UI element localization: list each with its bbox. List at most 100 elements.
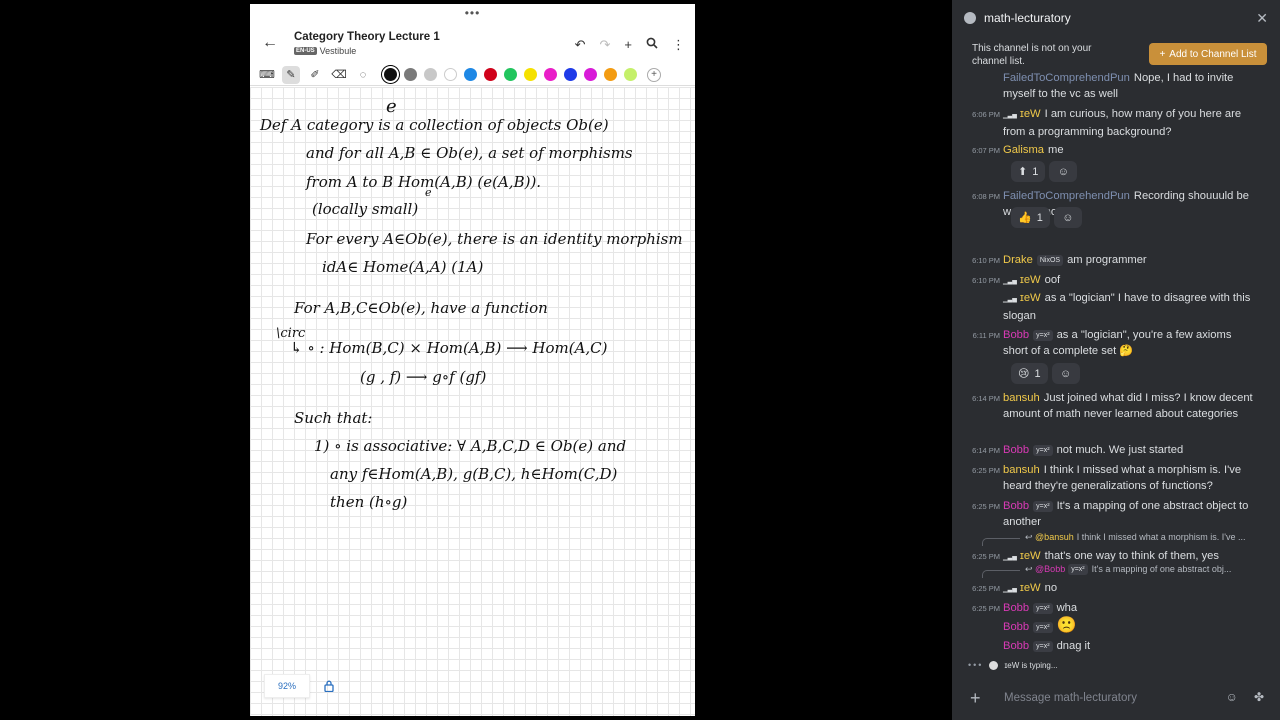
message-author[interactable]: Bobb [1003, 444, 1029, 456]
message-body: bansuh I think I missed what a morphism i… [1003, 462, 1258, 494]
lock-icon[interactable] [318, 674, 340, 698]
add-icon[interactable]: + [624, 37, 632, 53]
message-author[interactable]: ɪeW [1020, 292, 1041, 304]
message-timestamp: 6:07 PM [972, 146, 1000, 155]
message-author[interactable]: ɪeW [1020, 274, 1041, 286]
more-options-icon[interactable]: ⋮ [672, 37, 685, 53]
message-author[interactable]: ɪeW [1020, 108, 1041, 120]
reply-author[interactable]: @bansuh [1035, 532, 1074, 542]
color-swatch[interactable] [464, 68, 477, 81]
color-swatch[interactable] [444, 68, 457, 81]
handwriting-line: and for all A,B ∈ Ob(e), a set of morphi… [306, 144, 633, 162]
color-palette [384, 68, 637, 81]
reaction-bar: 👍 1 ☺ [1011, 207, 1082, 228]
color-swatch[interactable] [544, 68, 557, 81]
reply-text: I think I missed what a morphism is. I'v… [1076, 532, 1246, 542]
keyboard-icon[interactable]: ⌨ [258, 66, 276, 84]
handwriting-canvas[interactable]: e Def A category is a collection of obje… [250, 87, 695, 716]
color-swatch[interactable] [564, 68, 577, 81]
message-timestamp: 6:10 PM [972, 256, 1000, 265]
reply-author[interactable]: @Bobb [1035, 564, 1065, 574]
message-author[interactable]: FailedToComprehendPun [1003, 72, 1130, 84]
role-tag: y=x² [1033, 641, 1053, 652]
thread-icon [964, 12, 976, 24]
message-input[interactable]: Message math-lecturatory [1004, 692, 1137, 704]
message-author[interactable]: Bobb [1003, 329, 1029, 341]
color-swatch[interactable] [384, 68, 397, 81]
pen-tool-icon[interactable]: ✎ [282, 65, 300, 84]
message-author[interactable]: bansuh [1003, 464, 1040, 476]
message-list[interactable]: FailedToComprehendPun Nope, I had to invi… [952, 70, 1280, 676]
message-author[interactable]: ɪeW [1020, 550, 1041, 562]
handwriting-line: (g , f) ⟶ g∘f (gf) [360, 368, 487, 386]
typing-indicator: ••• ɪeW is typing... [968, 660, 1058, 670]
apps-icon[interactable]: ✤ [1254, 690, 1264, 704]
signal-bars-icon: ▁▃▅ [1003, 587, 1017, 593]
color-swatch[interactable] [484, 68, 497, 81]
reply-preview[interactable]: ↩ @Bobb y=x² It's a mapping of one abstrac… [1025, 564, 1252, 575]
add-to-channel-list-button[interactable]: + Add to Channel List [1149, 43, 1267, 65]
message-body: Bobb y=x² dnag it [1003, 638, 1258, 654]
color-swatch[interactable] [584, 68, 597, 81]
eraser-icon[interactable]: ⌫ [330, 66, 348, 84]
color-swatch[interactable] [624, 68, 637, 81]
zoom-level[interactable]: 92% [264, 674, 310, 698]
color-swatch[interactable] [404, 68, 417, 81]
reaction-button[interactable]: 👍 1 [1011, 207, 1050, 228]
handwriting-line: ↳ ∘ : Hom(B,C) × Hom(A,B) ⟶ Hom(A,C) [290, 339, 608, 357]
message-author[interactable]: Galisma [1003, 144, 1044, 156]
reaction-button[interactable]: 😢 1 [1011, 363, 1048, 384]
add-reaction-icon[interactable]: ☺ [1051, 363, 1080, 384]
highlighter-icon[interactable]: ✐ [306, 66, 324, 84]
color-swatch[interactable] [604, 68, 617, 81]
reaction-emoji: 😢 [1018, 368, 1030, 380]
reply-connector [982, 570, 1020, 578]
message-author[interactable]: Bobb [1003, 640, 1029, 652]
search-icon[interactable] [646, 37, 658, 53]
emoji-icon[interactable]: ☺ [1226, 690, 1238, 704]
add-reaction-icon[interactable]: ☺ [1053, 207, 1082, 228]
notebook-name[interactable]: Vestibule [320, 46, 357, 56]
message-timestamp: 6:25 PM [972, 502, 1000, 511]
message-author[interactable]: bansuh [1003, 392, 1040, 404]
message-body: ▁▃▅ ɪeW as a "logician" I have to disagree… [1003, 290, 1258, 324]
message-body: Bobb y=x² It's a mapping of one abstract o… [1003, 498, 1258, 530]
color-swatch[interactable] [424, 68, 437, 81]
handwriting-line: from A to B Hom(A,B) (e(A,B)). [306, 173, 542, 191]
message-author[interactable]: FailedToComprehendPun [1003, 190, 1130, 202]
color-swatch[interactable] [524, 68, 537, 81]
reply-text: It's a mapping of one abstract obj... [1091, 564, 1232, 574]
back-arrow-icon[interactable]: ← [262, 34, 278, 52]
reply-arrow-icon: ↩ [1025, 564, 1036, 574]
message-author[interactable]: Bobb [1003, 602, 1029, 614]
lasso-icon[interactable]: ◌ [354, 66, 372, 84]
message-timestamp: 6:08 PM [972, 192, 1000, 201]
notice-text: This channel is not on your channel list… [972, 43, 1092, 67]
add-color-icon[interactable]: + [647, 67, 661, 82]
handwriting-line: For every A∈Ob(e), there is an identity … [306, 230, 683, 248]
message-timestamp: 6:14 PM [972, 446, 1000, 455]
reply-preview[interactable]: ↩ @bansuh I think I missed what a morphis… [1025, 532, 1252, 543]
redo-icon[interactable]: ↷ [600, 37, 611, 53]
undo-icon[interactable]: ↶ [575, 37, 586, 53]
role-tag: y=x² [1033, 603, 1053, 614]
message-timestamp: 6:25 PM [972, 604, 1000, 613]
window-handle-dots[interactable]: ••• [250, 6, 695, 20]
message-author[interactable]: Drake [1003, 254, 1033, 266]
close-icon[interactable]: ✕ [1256, 10, 1268, 27]
attach-plus-icon[interactable]: + [970, 688, 990, 709]
message-text: dnag it [1056, 640, 1091, 652]
drawing-toolbar: ⌨ ✎ ✐ ⌫ ◌ + [250, 64, 695, 86]
message-timestamp: 6:25 PM [972, 552, 1000, 561]
add-reaction-icon[interactable]: ☺ [1049, 161, 1078, 182]
reaction-emoji: ⬆ [1018, 166, 1028, 178]
message-author[interactable]: Bobb [1003, 500, 1029, 512]
composer-actions: ☺ ✤ [1226, 690, 1264, 704]
add-button-label: Add to Channel List [1169, 48, 1257, 60]
signal-bars-icon: ▁▃▅ [1003, 555, 1017, 561]
message-composer: + Message math-lecturatory ☺ ✤ [952, 676, 1280, 720]
color-swatch[interactable] [504, 68, 517, 81]
reaction-button[interactable]: ⬆ 1 [1011, 161, 1046, 182]
message-author[interactable]: Bobb [1003, 621, 1029, 633]
message-author[interactable]: ɪeW [1020, 582, 1041, 594]
